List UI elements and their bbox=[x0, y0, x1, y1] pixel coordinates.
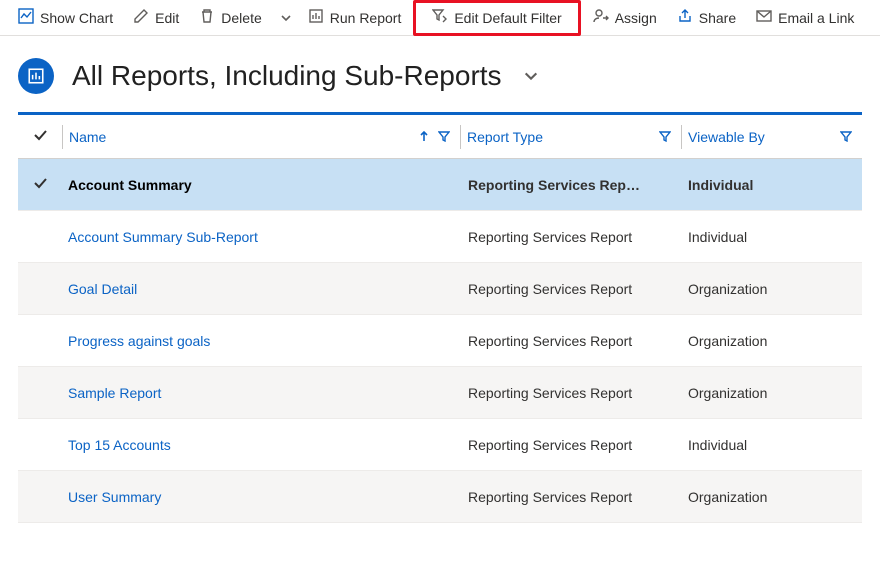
run-report-label: Run Report bbox=[330, 10, 402, 26]
sort-asc-icon[interactable] bbox=[418, 129, 430, 145]
check-icon bbox=[32, 175, 48, 194]
cell-viewable-by: Individual bbox=[682, 437, 862, 453]
share-button[interactable]: Share bbox=[667, 3, 746, 33]
cell-name[interactable]: Progress against goals bbox=[62, 333, 462, 349]
column-header-viewable-by[interactable]: Viewable By bbox=[682, 129, 862, 145]
column-header-type-label: Report Type bbox=[467, 129, 543, 145]
delete-button[interactable]: Delete bbox=[189, 3, 271, 33]
report-entity-icon bbox=[18, 58, 54, 94]
cell-name[interactable]: Top 15 Accounts bbox=[62, 437, 462, 453]
view-title[interactable]: All Reports, Including Sub-Reports bbox=[72, 60, 502, 92]
column-header-view-label: Viewable By bbox=[688, 129, 765, 145]
cell-viewable-by: Organization bbox=[682, 333, 862, 349]
cell-name[interactable]: User Summary bbox=[62, 489, 462, 505]
cell-report-type: Reporting Services Report bbox=[462, 385, 682, 401]
view-selector-chevron[interactable] bbox=[520, 68, 542, 84]
filter-edit-icon bbox=[432, 8, 448, 27]
column-header-name-label: Name bbox=[69, 129, 106, 145]
cell-name[interactable]: Goal Detail bbox=[62, 281, 462, 297]
select-all-column[interactable] bbox=[18, 127, 62, 146]
show-chart-label: Show Chart bbox=[40, 10, 113, 26]
chart-icon bbox=[18, 8, 34, 27]
cell-report-type: Reporting Services Report bbox=[462, 281, 682, 297]
cell-viewable-by: Individual bbox=[682, 177, 862, 193]
table-row[interactable]: Sample ReportReporting Services ReportOr… bbox=[18, 367, 862, 419]
assign-button[interactable]: Assign bbox=[583, 3, 667, 33]
command-bar: Show Chart Edit Delete Run Report Edit D… bbox=[0, 0, 880, 36]
mail-icon bbox=[756, 8, 772, 27]
overflow-chevron[interactable] bbox=[280, 12, 292, 24]
cell-viewable-by: Individual bbox=[682, 229, 862, 245]
edit-label: Edit bbox=[155, 10, 179, 26]
cell-report-type: Reporting Services Report bbox=[462, 229, 682, 245]
assign-label: Assign bbox=[615, 10, 657, 26]
cell-viewable-by: Organization bbox=[682, 281, 862, 297]
show-chart-button[interactable]: Show Chart bbox=[8, 3, 123, 33]
column-header-report-type[interactable]: Report Type bbox=[461, 129, 681, 145]
table-row[interactable]: Account SummaryReporting Services Rep…In… bbox=[18, 159, 862, 211]
edit-button[interactable]: Edit bbox=[123, 3, 189, 33]
edit-default-filter-label: Edit Default Filter bbox=[454, 10, 561, 26]
filter-icon[interactable] bbox=[659, 129, 671, 145]
trash-icon bbox=[199, 8, 215, 27]
reports-grid: Name Report Type Viewable By Account Sum… bbox=[18, 112, 862, 523]
cell-name[interactable]: Account Summary bbox=[62, 177, 462, 193]
table-row[interactable]: Progress against goalsReporting Services… bbox=[18, 315, 862, 367]
cell-name[interactable]: Account Summary Sub-Report bbox=[62, 229, 462, 245]
run-report-button[interactable]: Run Report bbox=[298, 3, 412, 33]
check-icon bbox=[32, 127, 48, 146]
grid-header-row: Name Report Type Viewable By bbox=[18, 115, 862, 159]
share-label: Share bbox=[699, 10, 736, 26]
table-row[interactable]: Goal DetailReporting Services ReportOrga… bbox=[18, 263, 862, 315]
cell-report-type: Reporting Services Report bbox=[462, 437, 682, 453]
cell-report-type: Reporting Services Rep… bbox=[462, 177, 682, 193]
assign-icon bbox=[593, 8, 609, 27]
report-icon bbox=[308, 8, 324, 27]
email-link-label: Email a Link bbox=[778, 10, 854, 26]
filter-icon[interactable] bbox=[438, 129, 450, 145]
cell-report-type: Reporting Services Report bbox=[462, 333, 682, 349]
column-header-name[interactable]: Name bbox=[63, 129, 460, 145]
pencil-icon bbox=[133, 8, 149, 27]
cell-viewable-by: Organization bbox=[682, 489, 862, 505]
filter-icon[interactable] bbox=[840, 129, 852, 145]
row-checkbox[interactable] bbox=[18, 175, 62, 194]
cell-report-type: Reporting Services Report bbox=[462, 489, 682, 505]
edit-default-filter-button[interactable]: Edit Default Filter bbox=[422, 3, 571, 33]
table-row[interactable]: Account Summary Sub-ReportReporting Serv… bbox=[18, 211, 862, 263]
highlight-annotation: Edit Default Filter bbox=[413, 0, 580, 36]
cell-viewable-by: Organization bbox=[682, 385, 862, 401]
cell-name[interactable]: Sample Report bbox=[62, 385, 462, 401]
table-row[interactable]: Top 15 AccountsReporting Services Report… bbox=[18, 419, 862, 471]
page-header: All Reports, Including Sub-Reports bbox=[0, 36, 880, 112]
email-link-button[interactable]: Email a Link bbox=[746, 3, 864, 33]
delete-label: Delete bbox=[221, 10, 261, 26]
table-row[interactable]: User SummaryReporting Services ReportOrg… bbox=[18, 471, 862, 523]
share-icon bbox=[677, 8, 693, 27]
